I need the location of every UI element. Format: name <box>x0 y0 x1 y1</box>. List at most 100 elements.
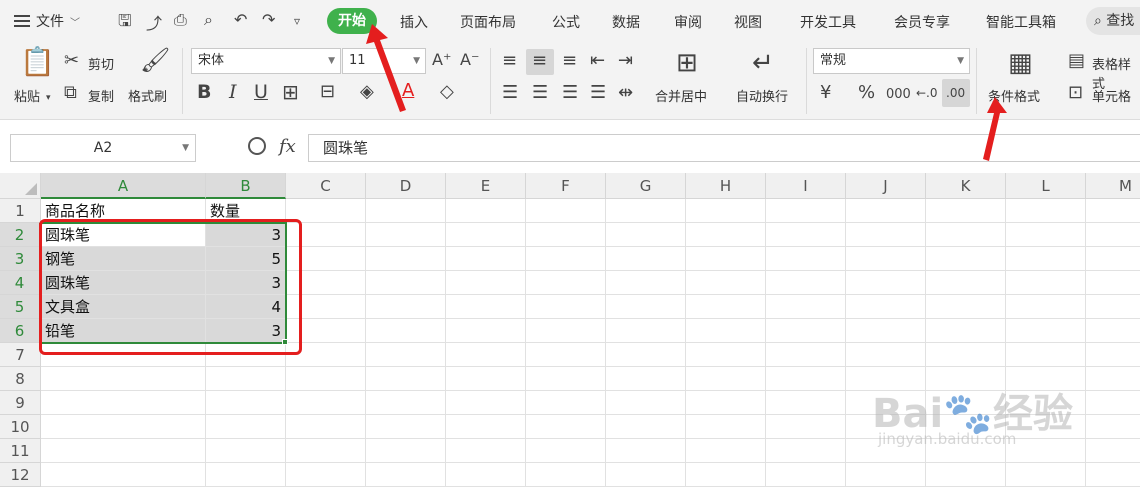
cut-icon[interactable]: ✂ <box>64 52 79 70</box>
cell-button[interactable]: 单元格 <box>1092 86 1131 105</box>
cell-m3[interactable] <box>1086 247 1140 271</box>
cell-i4[interactable] <box>766 271 846 295</box>
cell-b9[interactable] <box>206 391 286 415</box>
row-header-9[interactable]: 9 <box>0 391 41 415</box>
cell-d2[interactable] <box>366 223 446 247</box>
cell-m4[interactable] <box>1086 271 1140 295</box>
row-header-3[interactable]: 3 <box>0 247 41 271</box>
cell-l12[interactable] <box>1006 463 1086 487</box>
function-icon[interactable]: fx <box>279 136 296 157</box>
row-header-6[interactable]: 6 <box>0 319 41 343</box>
column-header-d[interactable]: D <box>366 173 446 199</box>
decrease-decimal-icon[interactable]: .00 <box>946 84 965 102</box>
align-right-icon[interactable]: ☰ <box>562 84 578 102</box>
row-header-8[interactable]: 8 <box>0 367 41 391</box>
cell-h6[interactable] <box>686 319 766 343</box>
cell-f2[interactable] <box>526 223 606 247</box>
cell-j5[interactable] <box>846 295 926 319</box>
cell-d6[interactable] <box>366 319 446 343</box>
cell-e12[interactable] <box>446 463 526 487</box>
cell-h12[interactable] <box>686 463 766 487</box>
cell-a9[interactable] <box>41 391 206 415</box>
cell-i8[interactable] <box>766 367 846 391</box>
paste-icon[interactable]: 📋 <box>20 48 55 76</box>
cell-j2[interactable] <box>846 223 926 247</box>
decrease-font-icon[interactable]: A⁻ <box>460 51 479 69</box>
cell-i6[interactable] <box>766 319 846 343</box>
cell-c9[interactable] <box>286 391 366 415</box>
cell-g11[interactable] <box>606 439 686 463</box>
cell-c12[interactable] <box>286 463 366 487</box>
cell-g1[interactable] <box>606 199 686 223</box>
cell-i5[interactable] <box>766 295 846 319</box>
cell-g10[interactable] <box>606 415 686 439</box>
tab-view[interactable]: 视图 <box>734 12 762 32</box>
chevron-down-icon[interactable]: ▾ <box>46 89 51 107</box>
paste-button[interactable]: 粘贴 <box>14 86 40 105</box>
cell-f8[interactable] <box>526 367 606 391</box>
cell-g3[interactable] <box>606 247 686 271</box>
cell-k3[interactable] <box>926 247 1006 271</box>
cell-m6[interactable] <box>1086 319 1140 343</box>
align-middle-icon[interactable]: ≡ <box>532 52 547 70</box>
border-icon[interactable]: ⊞ <box>282 82 299 102</box>
cell-j12[interactable] <box>846 463 926 487</box>
cell-i11[interactable] <box>766 439 846 463</box>
cell-i3[interactable] <box>766 247 846 271</box>
cell-f3[interactable] <box>526 247 606 271</box>
cell-k12[interactable] <box>926 463 1006 487</box>
cell-h7[interactable] <box>686 343 766 367</box>
tab-member[interactable]: 会员专享 <box>894 12 950 32</box>
table-style-icon[interactable]: ▤ <box>1068 52 1085 70</box>
cell-h3[interactable] <box>686 247 766 271</box>
cell-e1[interactable] <box>446 199 526 223</box>
cell-d9[interactable] <box>366 391 446 415</box>
cell-c8[interactable] <box>286 367 366 391</box>
cell-k7[interactable] <box>926 343 1006 367</box>
cell-d12[interactable] <box>366 463 446 487</box>
cell-f7[interactable] <box>526 343 606 367</box>
cell-d8[interactable] <box>366 367 446 391</box>
conditional-format-icon[interactable]: ▦ <box>1008 50 1033 76</box>
font-name-select[interactable]: 宋体 ▼ <box>191 48 341 74</box>
wrap-text-icon[interactable]: ↵ <box>752 50 774 76</box>
cell-b12[interactable] <box>206 463 286 487</box>
row-header-12[interactable]: 12 <box>0 463 41 487</box>
cell-g4[interactable] <box>606 271 686 295</box>
search-box[interactable]: ⌕ 查找 <box>1086 7 1140 35</box>
cell-f1[interactable] <box>526 199 606 223</box>
zoom-icon[interactable] <box>248 137 266 155</box>
file-menu[interactable]: 文件 ﹀ <box>14 11 80 31</box>
increase-decimal-icon[interactable]: ←.0 <box>916 84 938 102</box>
cell-d5[interactable] <box>366 295 446 319</box>
cell-j3[interactable] <box>846 247 926 271</box>
tab-review[interactable]: 审阅 <box>674 12 702 32</box>
align-left-icon[interactable]: ☰ <box>502 84 518 102</box>
formula-input[interactable]: 圆珠笔 <box>308 134 1140 162</box>
cell-b11[interactable] <box>206 439 286 463</box>
cell-e5[interactable] <box>446 295 526 319</box>
increase-font-icon[interactable]: A⁺ <box>432 51 451 69</box>
cell-e3[interactable] <box>446 247 526 271</box>
justify-icon[interactable]: ☰ <box>590 84 606 102</box>
export-icon[interactable]: ⤴ <box>146 10 162 34</box>
cell-d4[interactable] <box>366 271 446 295</box>
align-center-icon[interactable]: ☰ <box>532 84 548 102</box>
redo-icon[interactable]: ↷ <box>262 10 275 29</box>
cell-e2[interactable] <box>446 223 526 247</box>
cell-h4[interactable] <box>686 271 766 295</box>
row-header-10[interactable]: 10 <box>0 415 41 439</box>
align-top-icon[interactable]: ≡ <box>502 52 517 70</box>
cell-h8[interactable] <box>686 367 766 391</box>
save-icon[interactable]: 🖫 <box>118 10 132 37</box>
cell-f11[interactable] <box>526 439 606 463</box>
customize-toolbar-icon[interactable]: ▿ <box>294 14 300 28</box>
thousands-icon[interactable]: 000 <box>886 86 911 104</box>
cell-g6[interactable] <box>606 319 686 343</box>
column-header-e[interactable]: E <box>446 173 526 199</box>
cell-l2[interactable] <box>1006 223 1086 247</box>
cell-l6[interactable] <box>1006 319 1086 343</box>
cell-a11[interactable] <box>41 439 206 463</box>
cell-a12[interactable] <box>41 463 206 487</box>
decrease-indent-icon[interactable]: ⇤ <box>590 52 605 70</box>
